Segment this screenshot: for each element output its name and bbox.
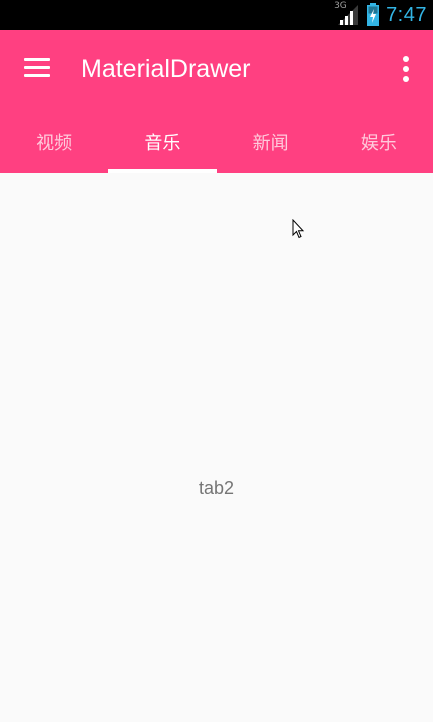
- tab-bar: 视频 音乐 新闻 娱乐: [0, 110, 433, 173]
- tab-video[interactable]: 视频: [0, 110, 108, 173]
- app-bar: MaterialDrawer 视频 音乐 新闻 娱乐: [0, 30, 433, 173]
- tab-content: tab2: [0, 173, 433, 722]
- status-bar: 3G 7:47: [0, 0, 433, 30]
- hamburger-menu-icon[interactable]: [24, 58, 50, 78]
- mouse-cursor-icon: [292, 219, 305, 239]
- tab-label: 视频: [36, 132, 73, 154]
- tab-news[interactable]: 新闻: [217, 110, 325, 173]
- signal-indicator: 3G: [334, 2, 360, 28]
- more-vert-icon[interactable]: [396, 56, 416, 84]
- tab-music[interactable]: 音乐: [108, 110, 217, 173]
- app-screen: 3G 7:47 MaterialDrawer 视频 音乐 新闻 娱乐 tab2: [0, 0, 433, 722]
- battery-charging-icon: [367, 3, 380, 26]
- tab-label: 新闻: [252, 132, 289, 154]
- status-icons: 3G 7:47: [334, 0, 427, 30]
- tab-label: 音乐: [144, 132, 181, 154]
- tab-entertainment[interactable]: 娱乐: [325, 110, 433, 173]
- toolbar: MaterialDrawer: [0, 30, 433, 110]
- status-time: 7:47: [386, 3, 427, 26]
- tab-label: 娱乐: [360, 132, 397, 154]
- toolbar-title: MaterialDrawer: [81, 55, 251, 83]
- signal-icon: [338, 5, 359, 25]
- content-text: tab2: [198, 478, 235, 498]
